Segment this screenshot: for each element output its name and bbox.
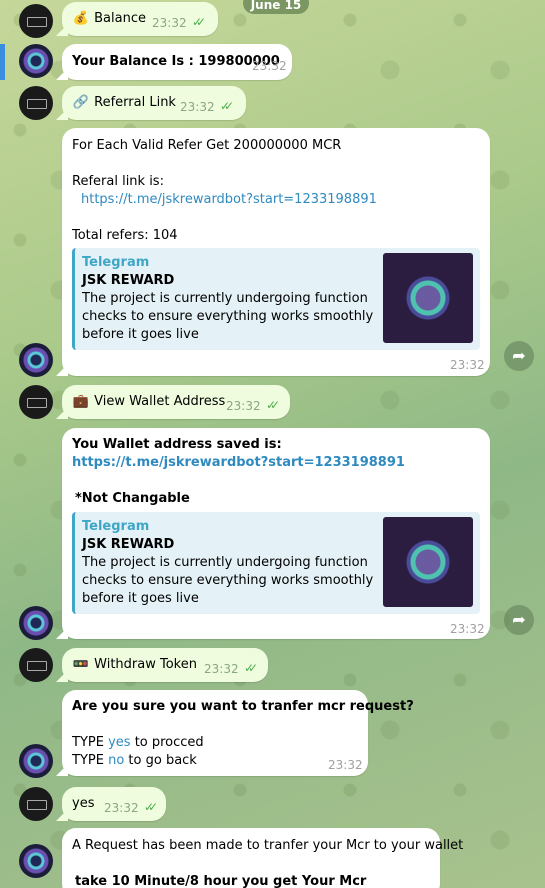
- message-text: You Wallet address saved is:: [72, 437, 282, 452]
- forward-icon[interactable]: ➦: [504, 341, 534, 371]
- message-time: 23:32: [450, 622, 485, 636]
- preview-title: JSK REWARD: [82, 537, 175, 552]
- link-icon: 🔗: [72, 95, 90, 110]
- preview-description: checks to ensure everything works smooth…: [82, 309, 374, 324]
- double-check-icon: ✓✓: [144, 800, 158, 814]
- referral-link[interactable]: https://t.me/jskrewardbot?start=12331988…: [81, 192, 377, 207]
- message-text: Referral Link: [94, 95, 176, 110]
- traffic-light-icon: 🚥: [72, 657, 90, 672]
- double-check-icon: ✓✓: [192, 15, 206, 29]
- message-text: View Wallet Address: [94, 394, 226, 409]
- preview-site: Telegram: [82, 519, 150, 534]
- message-text: to go back: [128, 753, 197, 768]
- preview-image: [383, 517, 473, 607]
- date-separator: June 15: [243, 0, 309, 14]
- avatar[interactable]: [19, 343, 53, 377]
- yes-keyword: yes: [108, 735, 131, 750]
- message-bubble[interactable]: For Each Valid Refer Get 200000000 MCR R…: [62, 128, 490, 376]
- money-bag-icon: 💰: [72, 11, 90, 26]
- preview-description: The project is currently undergoing func…: [82, 291, 368, 306]
- avatar[interactable]: [19, 844, 53, 878]
- message-bubble[interactable]: 💼 View Wallet Address 23:32 ✓✓: [62, 385, 290, 419]
- avatar[interactable]: [19, 606, 53, 640]
- double-check-icon: ✓✓: [220, 99, 234, 113]
- preview-description: before it goes live: [82, 327, 199, 342]
- message-text: Are you sure you want to tranfer mcr req…: [72, 699, 414, 714]
- message-text: TYPE: [72, 735, 104, 750]
- message-bubble[interactable]: You Wallet address saved is: https://t.m…: [62, 428, 490, 639]
- message-time: 23:32: [450, 358, 485, 372]
- message-text: TYPE: [72, 753, 104, 768]
- double-check-icon: ✓✓: [266, 398, 280, 412]
- wallet-link[interactable]: https://t.me/jskrewardbot?start=12331988…: [72, 455, 405, 470]
- message-text: yes: [72, 796, 95, 811]
- message-text: A Request has been made to tranfer your …: [72, 838, 464, 853]
- message-time: 23:32: [204, 662, 239, 676]
- message-time: 23:32: [180, 100, 215, 114]
- preview-site: Telegram: [82, 255, 150, 270]
- message-text: take 10 Minute/8 hour you get Your Mcr: [75, 874, 367, 888]
- message-text: Your Balance Is : 199800000: [72, 54, 280, 69]
- avatar[interactable]: [19, 385, 53, 419]
- avatar[interactable]: [19, 4, 53, 38]
- link-preview[interactable]: Telegram JSK REWARD The project is curre…: [72, 512, 480, 614]
- message-bubble[interactable]: Are you sure you want to tranfer mcr req…: [62, 690, 414, 776]
- avatar[interactable]: [19, 787, 53, 821]
- message-text: Withdraw Token: [94, 657, 197, 672]
- selection-indicator: [0, 44, 5, 80]
- avatar[interactable]: [19, 44, 53, 78]
- message-time: 23:32: [328, 758, 363, 772]
- message-time: 23:32: [252, 59, 287, 73]
- message-text: Referal link is:: [72, 174, 164, 189]
- message-bubble[interactable]: 💰 Balance 23:32 ✓✓: [62, 2, 218, 36]
- message-text: For Each Valid Refer Get 200000000 MCR: [72, 138, 342, 153]
- preview-description: before it goes live: [82, 591, 199, 606]
- avatar[interactable]: [19, 86, 53, 120]
- briefcase-icon: 💼: [72, 394, 90, 409]
- message-bubble[interactable]: Your Balance Is : 199800000 23:32: [62, 44, 292, 80]
- preview-description: The project is currently undergoing func…: [82, 555, 368, 570]
- avatar[interactable]: [19, 648, 53, 682]
- message-time: 23:32: [152, 16, 187, 30]
- message-time: 23:32: [104, 801, 139, 815]
- avatar[interactable]: [19, 744, 53, 778]
- message-time: 23:32: [226, 399, 261, 413]
- preview-image: [383, 253, 473, 343]
- message-text: to procced: [134, 735, 204, 750]
- message-text: Total refers: 104: [72, 228, 178, 243]
- message-bubble[interactable]: 🔗 Referral Link 23:32 ✓✓: [62, 86, 246, 120]
- message-bubble[interactable]: yes 23:32 ✓✓: [62, 787, 166, 821]
- message-text: *Not Changable: [75, 491, 190, 506]
- jaskom-logo: [403, 537, 453, 587]
- forward-icon[interactable]: ➦: [504, 605, 534, 635]
- jaskom-logo: [403, 273, 453, 323]
- preview-description: checks to ensure everything works smooth…: [82, 573, 374, 588]
- preview-title: JSK REWARD: [82, 273, 175, 288]
- no-keyword: no: [108, 753, 125, 768]
- message-text: Balance: [94, 11, 146, 26]
- message-bubble[interactable]: A Request has been made to tranfer your …: [62, 828, 463, 888]
- double-check-icon: ✓✓: [244, 661, 258, 675]
- link-preview[interactable]: Telegram JSK REWARD The project is curre…: [72, 248, 480, 350]
- message-bubble[interactable]: 🚥 Withdraw Token 23:32 ✓✓: [62, 648, 268, 682]
